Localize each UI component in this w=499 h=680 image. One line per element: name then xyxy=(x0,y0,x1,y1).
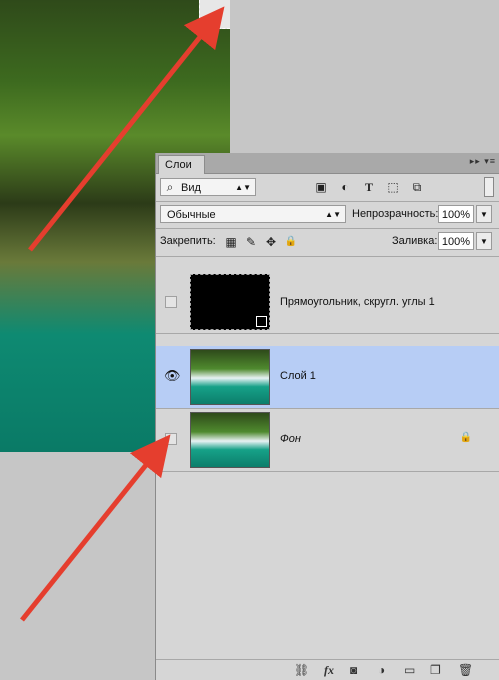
arrow-to-background-toggle xyxy=(20,434,171,622)
shape-filter-icon[interactable]: ⬚ xyxy=(386,180,400,194)
blend-row: Обычные ▲▼ Непрозрачность: 100% ▼ xyxy=(156,205,499,225)
lock-all-icon[interactable]: 🔒 xyxy=(284,235,298,249)
lock-image-pixels-icon[interactable]: ✎ xyxy=(244,235,258,249)
opacity-dropdown[interactable]: ▼ xyxy=(476,205,492,223)
layer-row[interactable]: Фон 🔒 xyxy=(156,409,499,472)
filter-toggle[interactable] xyxy=(484,177,494,197)
fill-field[interactable]: 100% xyxy=(438,232,474,250)
layer-row[interactable]: Прямоугольник, скругл. углы 1 xyxy=(156,271,499,334)
folder-icon[interactable]: ▭ xyxy=(404,663,415,677)
layer-thumbnail xyxy=(190,274,270,330)
add-mask-icon[interactable]: ◙ xyxy=(350,663,357,677)
opacity-label: Непрозрачность: xyxy=(352,208,439,220)
tab-layers[interactable]: Слои xyxy=(158,155,205,174)
pixel-filter-icon[interactable]: ▣ xyxy=(314,180,328,194)
new-layer-icon[interactable]: ❐ xyxy=(430,663,441,677)
layer-name[interactable]: Прямоугольник, скругл. углы 1 xyxy=(280,296,435,308)
layer-thumbnail xyxy=(190,412,270,468)
panel-tabbar: Слои ▸▸ ▾≡ xyxy=(156,153,499,174)
layer-thumbnail xyxy=(190,349,270,405)
lock-position-icon[interactable]: ✥ xyxy=(264,235,278,249)
divider xyxy=(156,228,499,229)
type-filter-icon[interactable]: T xyxy=(362,180,376,194)
fill-label: Заливка: xyxy=(392,235,438,247)
fx-icon[interactable]: fx xyxy=(324,663,334,678)
lock-row: Закрепить: ▦ ✎ ✥ 🔒 Заливка: 100% ▼ xyxy=(156,232,499,252)
adjustment-filter-icon[interactable]: ◐ xyxy=(338,180,352,194)
visibility-toggle[interactable] xyxy=(165,296,177,308)
blend-mode-select[interactable]: Обычные ▲▼ xyxy=(160,205,346,223)
fill-dropdown[interactable]: ▼ xyxy=(476,232,492,250)
chevron-updown-icon: ▲▼ xyxy=(235,183,251,192)
layer-row[interactable]: 👁 Слой 1 xyxy=(156,346,499,409)
layer-name[interactable]: Фон xyxy=(280,433,301,445)
link-layers-icon[interactable]: ⛓ xyxy=(294,663,309,677)
trash-icon[interactable]: 🗑 xyxy=(458,663,473,677)
chevron-updown-icon: ▲▼ xyxy=(325,210,341,219)
filter-kind-value: Вид xyxy=(181,182,201,194)
smart-object-filter-icon[interactable]: ⧉ xyxy=(410,180,424,194)
lock-label: Закрепить: xyxy=(160,235,216,247)
layer-name[interactable]: Слой 1 xyxy=(280,370,316,382)
shape-handle-icon xyxy=(256,316,267,327)
lock-transparent-pixels-icon[interactable]: ▦ xyxy=(224,235,238,249)
selection-marquee xyxy=(199,0,230,29)
divider xyxy=(156,256,499,257)
eye-icon[interactable]: 👁 xyxy=(164,368,181,384)
panel-menu-icon[interactable]: ▸▸ ▾≡ xyxy=(470,156,496,167)
filter-kind-select[interactable]: ⌕ Вид ▲▼ xyxy=(160,178,256,196)
layers-panel: Слои ▸▸ ▾≡ ⌕ Вид ▲▼ ▣ ◐ T ⬚ ⧉ Обычные ▲▼… xyxy=(155,153,499,680)
opacity-field[interactable]: 100% xyxy=(438,205,474,223)
adjustment-layer-icon[interactable]: ◑ xyxy=(378,663,385,677)
search-icon: ⌕ xyxy=(166,180,174,194)
visibility-toggle[interactable] xyxy=(165,433,177,445)
panel-bottom-toolbar: ⛓ fx ◙ ◑ ▭ ❐ 🗑 xyxy=(156,659,499,680)
lock-icon: 🔒 xyxy=(459,432,472,443)
divider xyxy=(156,201,499,202)
filter-row: ⌕ Вид ▲▼ ▣ ◐ T ⬚ ⧉ xyxy=(156,177,499,199)
blend-mode-value: Обычные xyxy=(167,209,216,221)
